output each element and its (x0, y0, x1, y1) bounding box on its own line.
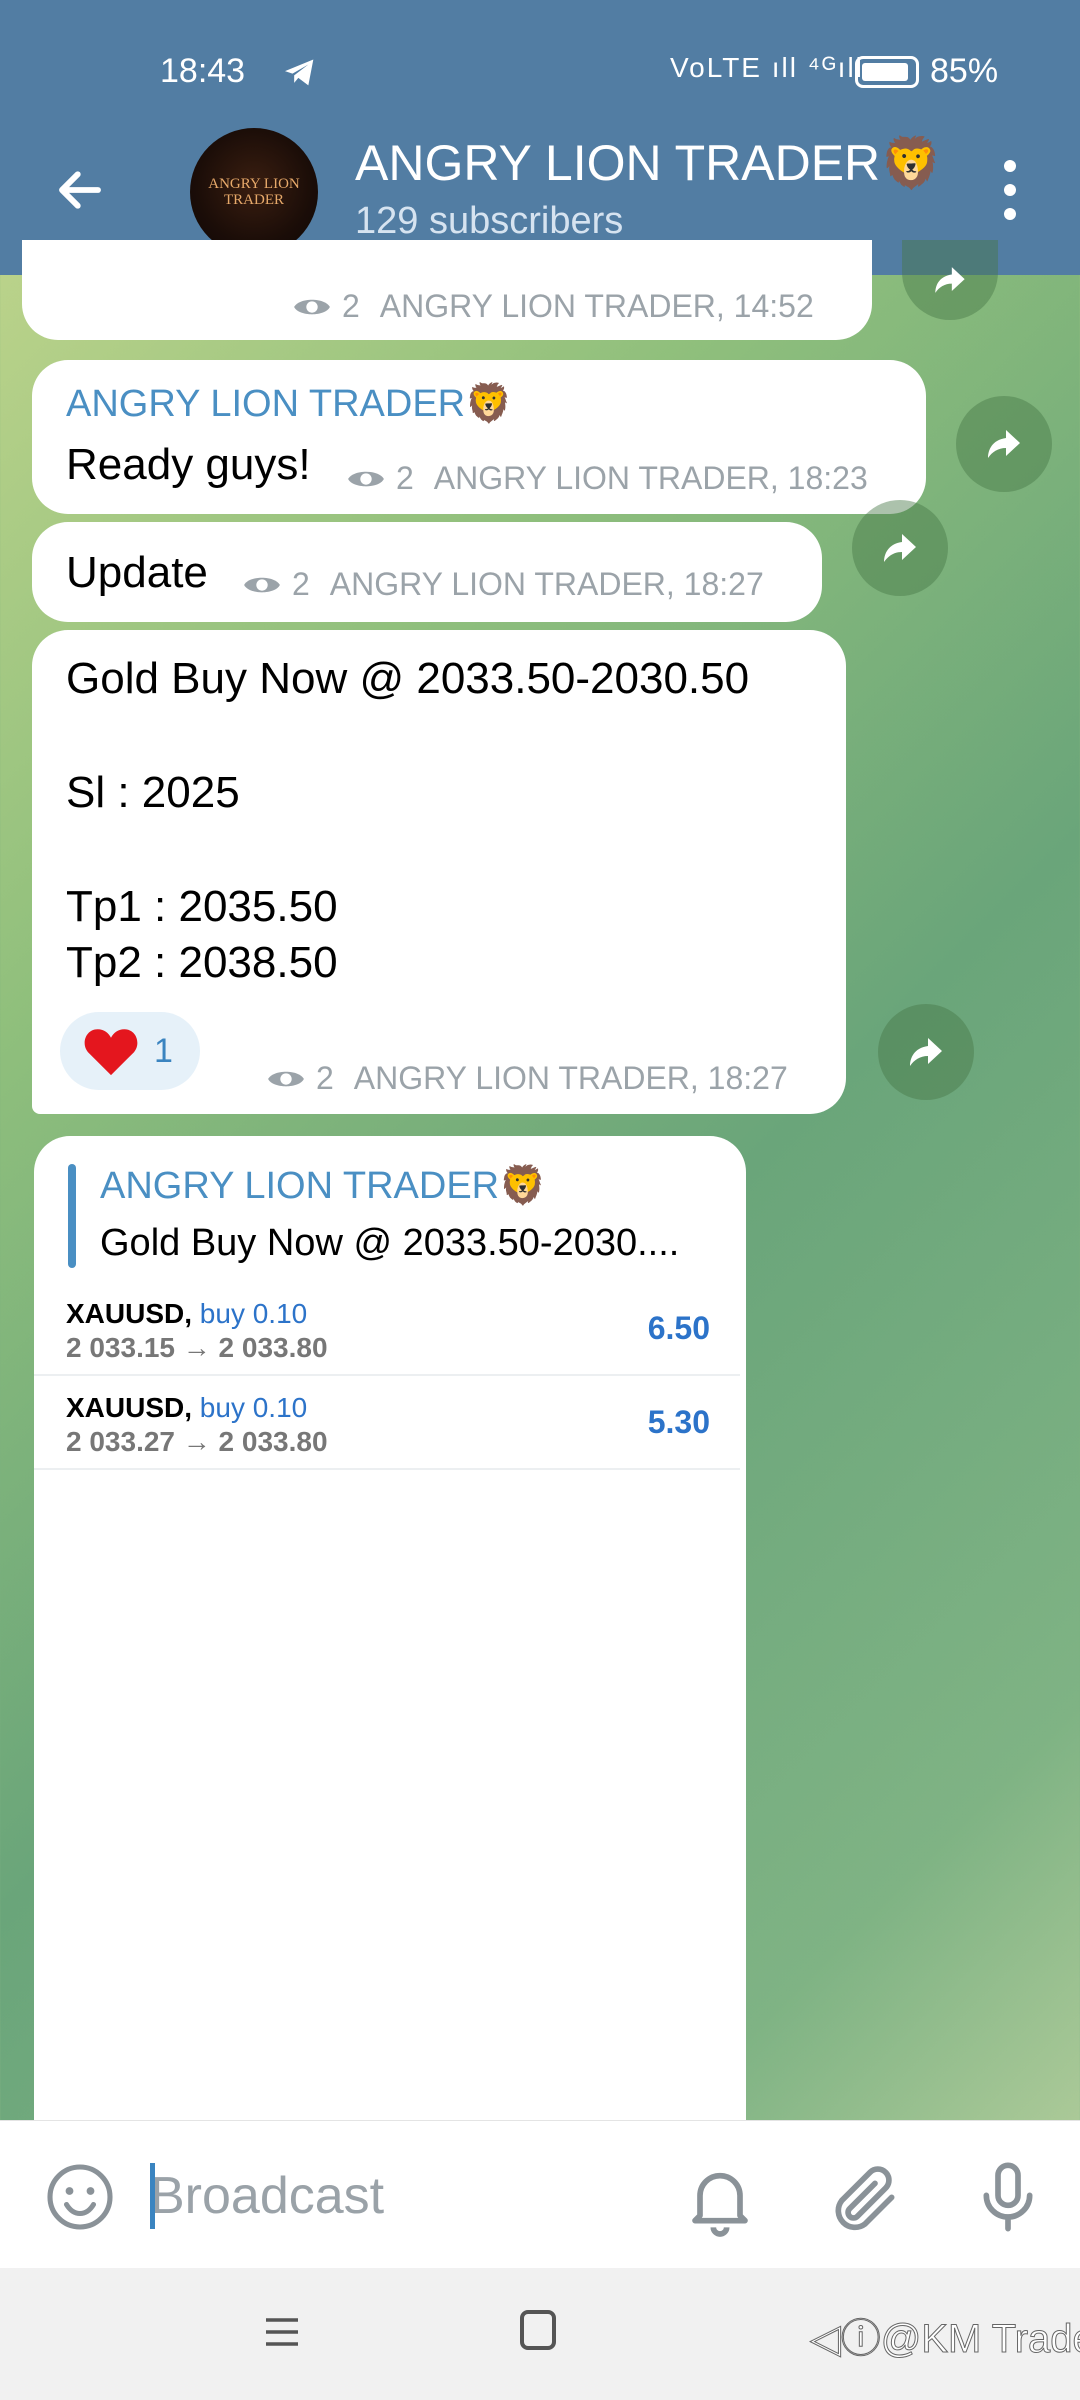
bell-icon[interactable] (680, 2159, 760, 2239)
trade-symbol-line: XAUUSD, buy 0.10 (66, 1392, 307, 1424)
trade-row: XAUUSD, buy 0.10 2 033.27 → 2 033.80 5.3… (34, 1378, 740, 1470)
microphone-icon[interactable] (968, 2157, 1048, 2237)
channel-avatar[interactable]: ANGRY LION TRADER (190, 128, 318, 256)
message-meta: 2 ANGRY LION TRADER, 18:27 (266, 1060, 788, 1097)
back-button[interactable] (40, 150, 120, 230)
message-text-line: Tp1 : 2035.50 (66, 882, 338, 931)
trade-symbol-line: XAUUSD, buy 0.10 (66, 1298, 307, 1330)
arrow-left-icon (59, 171, 101, 209)
reaction-chip[interactable]: 1 (60, 1012, 200, 1090)
share-arrow-icon (988, 430, 1020, 458)
message-text-line: Tp2 : 2038.50 (66, 938, 338, 987)
trade-profit: 5.30 (647, 1404, 710, 1440)
share-arrow-icon (935, 267, 965, 293)
trade-price-range: 2 033.15 → 2 033.80 (66, 1332, 328, 1363)
message-signature: ANGRY LION TRADER, 14:52 (379, 288, 814, 324)
eye-icon (244, 577, 280, 592)
forward-button[interactable] (902, 240, 998, 320)
message-bubble[interactable]: Update 2 ANGRY LION TRADER, 18:27 (32, 522, 822, 622)
eye-icon (268, 1071, 304, 1086)
status-time: 18:43 (160, 52, 246, 90)
message-bubble[interactable]: 2 ANGRY LION TRADER, 14:52 (22, 240, 872, 340)
trade-price-range: 2 033.27 → 2 033.80 (66, 1426, 328, 1457)
message-input-bar (0, 2120, 1080, 2268)
avatar-text: ANGRY LION (208, 176, 300, 192)
broadcast-input[interactable] (150, 2163, 650, 2229)
reply-quote-author[interactable]: ANGRY LION TRADER🦁 (100, 1164, 546, 1208)
share-arrow-icon (910, 1038, 942, 1066)
home-button[interactable] (520, 2310, 556, 2350)
reply-quote-text[interactable]: Gold Buy Now @ 2033.50-2030.... (100, 1222, 679, 1265)
message-bubble[interactable]: ANGRY LION TRADER🦁 Ready guys! 2 ANGRY L… (32, 360, 926, 514)
message-meta: 2 ANGRY LION TRADER, 18:27 (242, 566, 764, 603)
watermark-text: ◁ⓘ@KM Trader (809, 2317, 1080, 2362)
forward-button[interactable] (852, 500, 948, 596)
dot-icon (1004, 208, 1016, 220)
heart-icon (84, 1029, 138, 1076)
recents-menu-icon[interactable] (262, 2312, 302, 2352)
eye-icon (348, 471, 384, 486)
status-bar: 18:43 VoLTE ıll ⁴ᴳıll 85% (0, 0, 1080, 140)
forward-button[interactable] (878, 1004, 974, 1100)
view-count: 2 (342, 288, 360, 324)
battery-percent: 85% (930, 52, 999, 90)
dot-icon (1004, 160, 1016, 172)
battery-icon (855, 56, 919, 88)
channel-title[interactable]: ANGRY LION TRADER🦁 (355, 134, 942, 193)
trade-row: XAUUSD, buy 0.10 2 033.15 → 2 033.80 6.5… (34, 1284, 740, 1376)
system-navigation-bar: ◁ⓘ@KM Trader (0, 2268, 1080, 2400)
trade-side: buy 0.10 (199, 1298, 308, 1329)
more-options-button[interactable] (990, 160, 1030, 220)
telegram-icon (285, 59, 314, 86)
trade-side: buy 0.10 (199, 1392, 308, 1423)
message-text: Update (66, 548, 208, 597)
eye-icon (294, 299, 330, 314)
reaction-count: 1 (154, 1031, 173, 1070)
message-signature: ANGRY LION TRADER, 18:23 (433, 460, 868, 496)
view-count: 2 (292, 566, 310, 602)
view-count: 2 (396, 460, 414, 496)
trade-symbol: XAUUSD, (66, 1392, 193, 1423)
message-signature: ANGRY LION TRADER, 18:27 (353, 1060, 788, 1096)
message-meta: 2 ANGRY LION TRADER, 18:23 (346, 460, 868, 497)
avatar-text: TRADER (224, 192, 284, 208)
view-count: 2 (316, 1060, 334, 1096)
emoji-icon[interactable] (44, 2161, 116, 2233)
message-text-line: Gold Buy Now @ 2033.50-2030.50 (66, 654, 750, 703)
share-arrow-icon (884, 534, 916, 562)
top-app-bar: 18:43 VoLTE ıll ⁴ᴳıll 85% ANGRY LION TRA… (0, 0, 1080, 275)
message-meta: 2 ANGRY LION TRADER, 14:52 (292, 288, 814, 325)
forward-button[interactable] (956, 396, 1052, 492)
message-text-line: Sl : 2025 (66, 768, 240, 817)
subscriber-count: 129 subscribers (355, 200, 624, 242)
message-text: Ready guys! (66, 440, 311, 489)
text-cursor (150, 2163, 155, 2229)
message-author[interactable]: ANGRY LION TRADER🦁 (66, 382, 512, 426)
attach-icon[interactable] (825, 2159, 905, 2239)
message-signature: ANGRY LION TRADER, 18:27 (329, 566, 764, 602)
reply-quote-bar (68, 1164, 76, 1268)
trade-symbol: XAUUSD, (66, 1298, 193, 1329)
dot-icon (1004, 184, 1016, 196)
trade-profit: 6.50 (647, 1310, 710, 1346)
network-signal-icon: VoLTE ıll ⁴ᴳıll (670, 52, 864, 83)
